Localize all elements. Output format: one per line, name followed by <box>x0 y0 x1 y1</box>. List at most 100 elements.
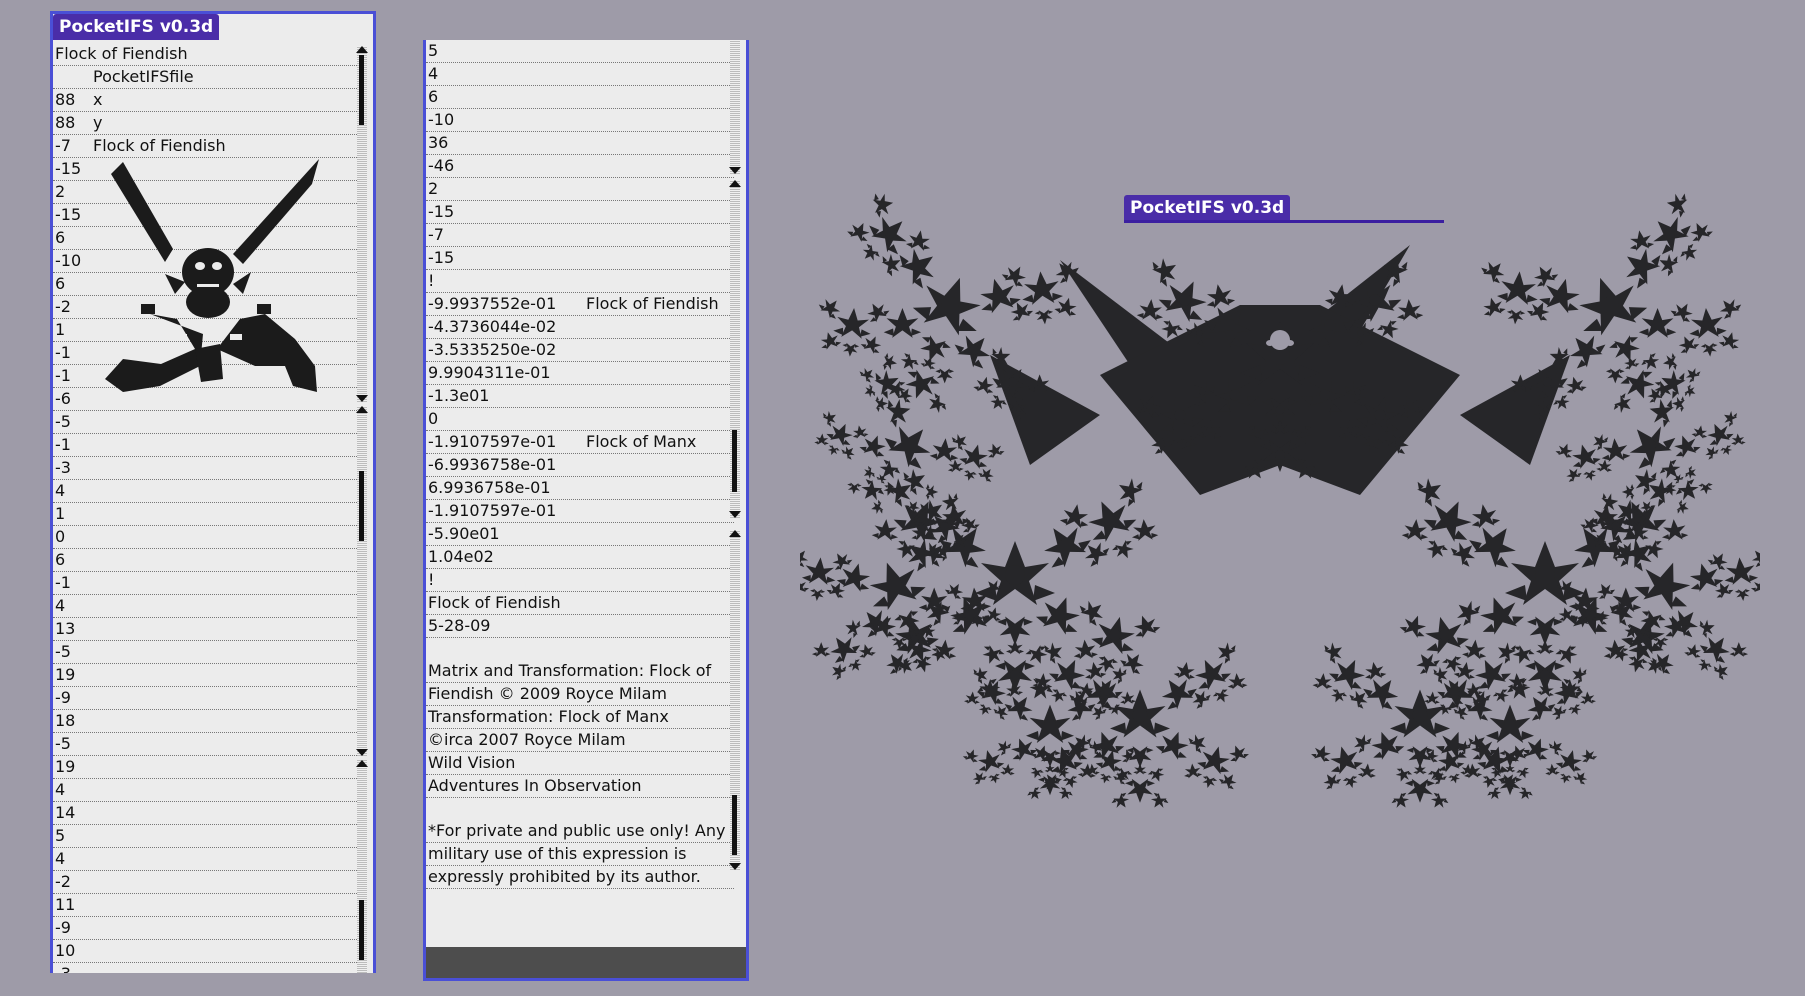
list-row[interactable]: ! <box>426 270 734 293</box>
list-row[interactable]: -1.9107597e-01 Flock of Manx <box>426 431 734 454</box>
list-row[interactable]: Fiendish © 2009 Royce Milam <box>426 683 734 706</box>
scroll-up-arrow-icon[interactable] <box>729 180 741 187</box>
list-row[interactable]: 1.04e02 <box>426 546 734 569</box>
list-row[interactable]: Wild Vision <box>426 752 734 775</box>
list-row[interactable]: 0 <box>53 526 361 549</box>
list-row[interactable]: Flock of Fiendish <box>53 43 361 66</box>
scrollbar-2[interactable] <box>356 406 368 756</box>
list-row[interactable]: 88 x <box>53 89 361 112</box>
list-row[interactable]: 5 <box>53 825 361 848</box>
list-row[interactable]: ! <box>426 569 734 592</box>
app-title: PocketIFS v0.3d <box>53 14 220 40</box>
list-row[interactable]: 11 <box>53 894 361 917</box>
list-row[interactable]: Flock of Fiendish <box>426 592 734 615</box>
list-row[interactable]: Adventures In Observation <box>426 775 734 798</box>
row-text: -15 <box>428 202 455 221</box>
scrollbar-a[interactable] <box>729 40 741 174</box>
list-row[interactable]: 14 <box>53 802 361 825</box>
list-row[interactable]: 13 <box>53 618 361 641</box>
list-row[interactable]: -5 <box>53 641 361 664</box>
row-text: military use of this expression is <box>428 844 687 863</box>
list-row[interactable]: -1 <box>53 572 361 595</box>
list-row[interactable]: -3.5335250e-02 <box>426 339 734 362</box>
list-row[interactable]: 19 <box>53 756 361 779</box>
list-row[interactable]: -1 <box>53 434 361 457</box>
scroll-up-arrow-icon[interactable] <box>729 530 741 537</box>
list-row[interactable]: -5.90e01 <box>426 523 734 546</box>
list-row[interactable]: 0 <box>426 408 734 431</box>
list-row[interactable]: 6 <box>53 549 361 572</box>
list-row[interactable]: -3 <box>53 457 361 480</box>
row-text: -1.3e01 <box>428 386 490 405</box>
list-row[interactable]: -3 <box>53 963 361 973</box>
list-row[interactable]: 5 <box>426 40 734 63</box>
scroll-up-arrow-icon[interactable] <box>356 760 368 767</box>
scroll-down-arrow-icon[interactable] <box>729 863 741 870</box>
list-row[interactable]: Matrix and Transformation: Flock of <box>426 660 734 683</box>
list-row[interactable]: -5 <box>53 411 361 434</box>
list-row[interactable]: 88 y <box>53 112 361 135</box>
list-row[interactable]: 6.9936758e-01 <box>426 477 734 500</box>
list-row[interactable]: -10 <box>426 109 734 132</box>
scroll-up-arrow-icon[interactable] <box>356 46 368 53</box>
list-row[interactable]: 1 <box>53 503 361 526</box>
scrollbar-c[interactable] <box>729 530 741 870</box>
scroll-thumb[interactable] <box>732 795 737 855</box>
list-row[interactable]: 4 <box>53 480 361 503</box>
list-row[interactable]: -6.9936758e-01 <box>426 454 734 477</box>
scroll-down-arrow-icon[interactable] <box>729 511 741 518</box>
list-row[interactable]: -46 <box>426 155 734 178</box>
scroll-thumb[interactable] <box>359 900 364 960</box>
row-text: -10 <box>428 110 455 129</box>
list-row[interactable]: 9.9904311e-01 <box>426 362 734 385</box>
list-row[interactable]: -15 <box>426 247 734 270</box>
list-row[interactable]: -5 <box>53 733 361 756</box>
row-value: 88 <box>55 113 76 132</box>
list-row[interactable]: 18 <box>53 710 361 733</box>
list-row[interactable]: -9.9937552e-01 Flock of Fiendish <box>426 293 734 316</box>
list-row[interactable]: 2 <box>426 178 734 201</box>
row-value: 19 <box>55 757 76 776</box>
scrollbar-1[interactable] <box>356 46 368 402</box>
list-row[interactable] <box>426 638 734 660</box>
scrollbar-b[interactable] <box>729 180 741 518</box>
scroll-thumb[interactable] <box>359 55 364 125</box>
scroll-up-arrow-icon[interactable] <box>356 406 368 413</box>
list-row[interactable]: 4 <box>53 595 361 618</box>
list-row[interactable]: *For private and public use only! Any <box>426 820 734 843</box>
row-text: 5-28-09 <box>428 616 491 635</box>
list-row[interactable]: -7 <box>426 224 734 247</box>
list-row[interactable]: -2 <box>53 871 361 894</box>
list-row[interactable]: 19 <box>53 664 361 687</box>
list-row[interactable]: ©irca 2007 Royce Milam <box>426 729 734 752</box>
fiend-thumbnail-icon <box>105 159 319 392</box>
scroll-thumb[interactable] <box>359 471 364 541</box>
list-row[interactable]: -15 <box>426 201 734 224</box>
list-row[interactable]: 4 <box>53 848 361 871</box>
scroll-thumb[interactable] <box>732 430 737 492</box>
list-row[interactable]: -9 <box>53 917 361 940</box>
scroll-down-arrow-icon[interactable] <box>729 167 741 174</box>
list-row[interactable]: -1.9107597e-01 <box>426 500 734 523</box>
row-note: x <box>93 90 103 109</box>
list-row[interactable]: -4.3736044e-02 <box>426 316 734 339</box>
list-row[interactable]: PocketIFSfile <box>53 66 361 89</box>
row-value: 4 <box>55 596 66 615</box>
list-row[interactable]: 36 <box>426 132 734 155</box>
scroll-down-arrow-icon[interactable] <box>356 395 368 402</box>
list-row[interactable]: -1.3e01 <box>426 385 734 408</box>
list-row[interactable]: military use of this expression is <box>426 843 734 866</box>
list-row[interactable]: 4 <box>53 779 361 802</box>
list-row[interactable]: 6 <box>426 86 734 109</box>
list-row[interactable]: 5-28-09 <box>426 615 734 638</box>
list-row[interactable]: expressly prohibited by its author. <box>426 866 734 889</box>
list-row[interactable]: 4 <box>426 63 734 86</box>
transform-notes-list[interactable]: 5 4 6 -10 36 -46 2 -15 -7 -15! -9.9937552e-01 Flock… <box>426 40 734 889</box>
list-row[interactable]: 10 <box>53 940 361 963</box>
list-row[interactable] <box>426 798 734 820</box>
row-value: 13 <box>55 619 76 638</box>
scroll-down-arrow-icon[interactable] <box>356 749 368 756</box>
list-row[interactable]: -9 <box>53 687 361 710</box>
scrollbar-3[interactable] <box>356 760 368 973</box>
list-row[interactable]: Transformation: Flock of Manx <box>426 706 734 729</box>
